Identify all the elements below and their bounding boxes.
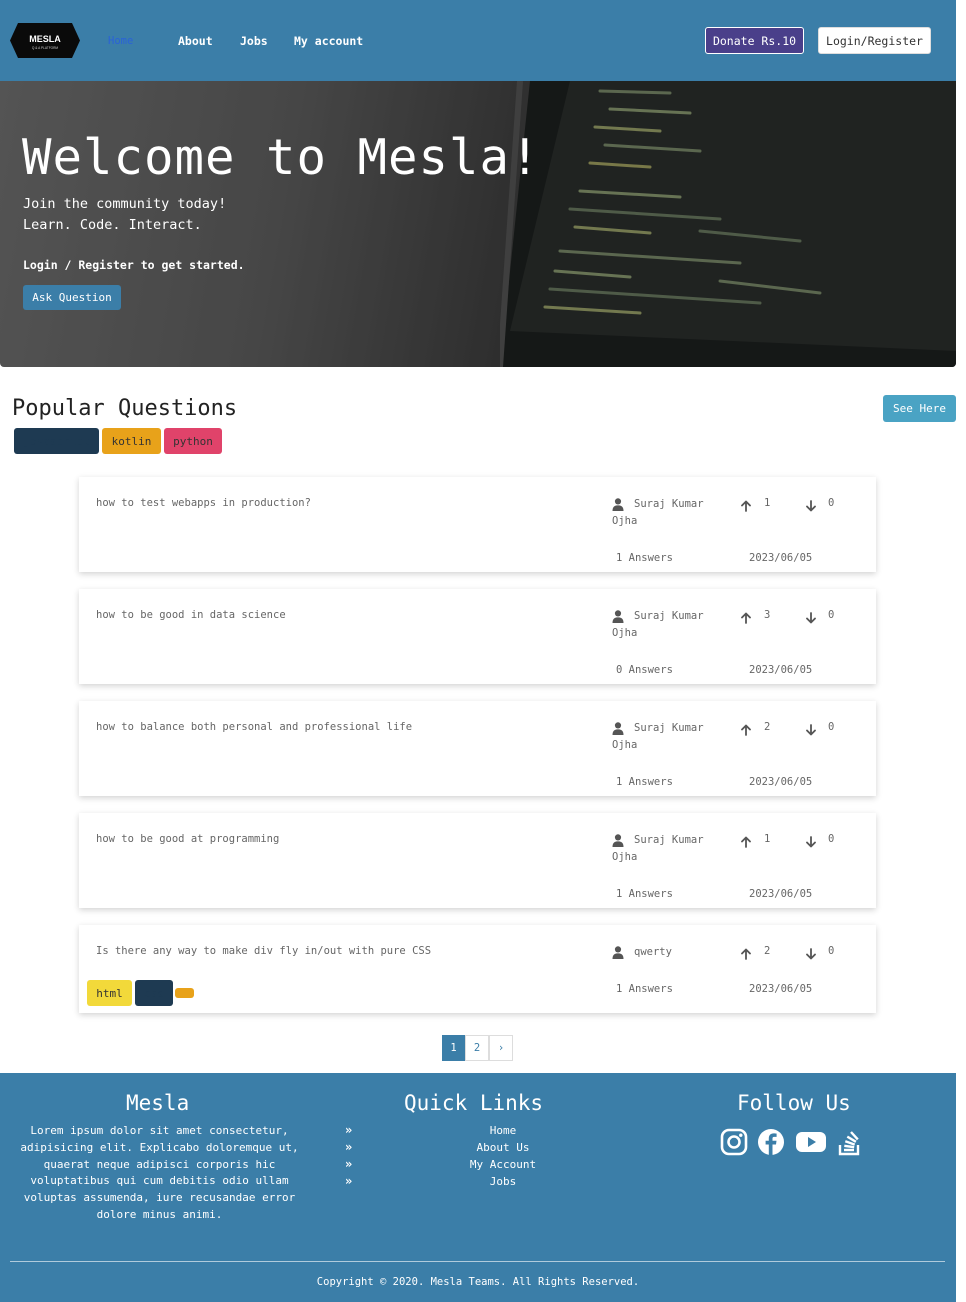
tag-javascript[interactable]: javascript <box>14 428 99 454</box>
question-author: Suraj Kumar Ojha <box>612 498 704 527</box>
arrow-down-icon[interactable] <box>806 945 816 960</box>
arrow-up-icon[interactable] <box>741 945 751 960</box>
svg-text:MESLA: MESLA <box>29 34 61 44</box>
login-register-button[interactable]: Login/Register <box>818 27 931 54</box>
answers-count: 1 Answers <box>616 888 673 900</box>
downvote-count: 0 <box>828 721 835 733</box>
question-date: 2023/06/05 <box>749 552 813 564</box>
hero-subtitle-line2: Learn. Code. Interact. <box>23 217 202 233</box>
copyright-text: Copyright © 2020. Mesla Teams. All Right… <box>316 1276 640 1288</box>
nav-home-link[interactable]: Home <box>108 35 133 47</box>
upvote-count: 1 <box>764 833 771 845</box>
question-title[interactable]: Is there any way to make div fly in/out … <box>96 945 431 957</box>
instagram-icon[interactable] <box>720 1128 748 1156</box>
question-date: 2023/06/05 <box>749 776 813 788</box>
downvote-count: 0 <box>828 497 835 509</box>
donate-button[interactable]: Donate Rs.10 <box>705 27 804 54</box>
tag-css[interactable]: css <box>135 980 173 1006</box>
question-title[interactable]: how to be good at programming <box>96 833 279 845</box>
answers-count: 0 Answers <box>616 664 673 676</box>
navbar: MESLA Q & A PLATFORM Home About Jobs My … <box>0 0 956 81</box>
tag-extra[interactable] <box>175 988 194 998</box>
question-card[interactable]: Is there any way to make div fly in/out … <box>79 925 876 1013</box>
hero-subtitle-line1: Join the community today! <box>23 196 227 212</box>
hero-subtitle: Join the community today! Learn. Code. I… <box>23 194 226 236</box>
footer: Mesla Lorem ipsum dolor sit amet consect… <box>0 1073 956 1302</box>
chevron-right-icon: » <box>345 1123 353 1137</box>
answers-count: 1 Answers <box>616 552 673 564</box>
chevron-right-icon: » <box>345 1174 353 1188</box>
question-card[interactable]: how to be good at programming Suraj Kumar… <box>79 813 876 908</box>
question-author: Suraj Kumar Ojha <box>612 722 704 751</box>
see-here-button[interactable]: See Here <box>883 395 956 422</box>
question-date: 2023/06/05 <box>749 664 813 676</box>
footer-links-title: Quick Links <box>404 1091 544 1115</box>
question-title[interactable]: how to balance both personal and profess… <box>96 721 412 733</box>
footer-link-jobs[interactable]: Jobs <box>430 1175 576 1188</box>
nav-about-link[interactable]: About <box>178 34 213 48</box>
footer-follow-title: Follow Us <box>737 1091 851 1115</box>
footer-brand-title: Mesla <box>126 1091 190 1115</box>
hero-banner: Welcome to Mesla! Join the community tod… <box>0 81 956 367</box>
answers-count: 1 Answers <box>616 983 673 995</box>
stackoverflow-icon[interactable] <box>836 1128 864 1156</box>
arrow-down-icon[interactable] <box>806 609 816 624</box>
arrow-down-icon[interactable] <box>806 721 816 736</box>
arrow-up-icon[interactable] <box>741 833 751 848</box>
tag-html[interactable]: html <box>87 980 132 1006</box>
upvote-count: 2 <box>764 945 771 957</box>
next-page-button[interactable]: › <box>489 1035 513 1061</box>
upvote-count: 2 <box>764 721 771 733</box>
hero-cta-text: Login / Register to get started. <box>23 258 245 272</box>
question-date: 2023/06/05 <box>749 888 813 900</box>
question-author: Suraj Kumar Ojha <box>612 834 704 863</box>
arrow-down-icon[interactable] <box>806 497 816 512</box>
arrow-down-icon[interactable] <box>806 833 816 848</box>
svg-text:Q & A PLATFORM: Q & A PLATFORM <box>32 46 58 50</box>
page-1-button[interactable]: 1 <box>442 1035 465 1061</box>
chevron-right-icon: » <box>345 1140 353 1154</box>
page-2-button[interactable]: 2 <box>465 1035 489 1061</box>
question-title[interactable]: how to test webapps in production? <box>96 497 311 509</box>
downvote-count: 0 <box>828 609 835 621</box>
upvote-count: 1 <box>764 497 771 509</box>
question-card[interactable]: how to balance both personal and profess… <box>79 701 876 796</box>
question-date: 2023/06/05 <box>749 983 813 995</box>
answers-count: 1 Answers <box>616 776 673 788</box>
question-card[interactable]: how to be good in data science Suraj Kuma… <box>79 589 876 684</box>
facebook-icon[interactable] <box>757 1128 785 1156</box>
footer-divider <box>10 1261 945 1262</box>
question-title[interactable]: how to be good in data science <box>96 609 286 621</box>
downvote-count: 0 <box>828 833 835 845</box>
youtube-icon[interactable] <box>795 1128 827 1156</box>
arrow-up-icon[interactable] <box>741 721 751 736</box>
downvote-count: 0 <box>828 945 835 957</box>
arrow-up-icon[interactable] <box>741 609 751 624</box>
question-card[interactable]: how to test webapps in production? Suraj … <box>79 477 876 572</box>
hero-title: Welcome to Mesla! <box>22 129 541 186</box>
footer-link-home[interactable]: Home <box>430 1124 576 1137</box>
upvote-count: 3 <box>764 609 771 621</box>
footer-link-my-account[interactable]: My Account <box>430 1158 576 1171</box>
chevron-right-icon: » <box>345 1157 353 1171</box>
tag-python[interactable]: python <box>164 428 222 454</box>
question-author: Suraj Kumar Ojha <box>612 610 704 639</box>
nav-my-account-link[interactable]: My account <box>294 34 363 48</box>
popular-questions-heading: Popular Questions <box>12 396 238 421</box>
nav-jobs-link[interactable]: Jobs <box>240 34 268 48</box>
footer-brand-text: Lorem ipsum dolor sit amet consectetur, … <box>20 1124 299 1221</box>
tag-kotlin[interactable]: kotlin <box>102 428 161 454</box>
arrow-up-icon[interactable] <box>741 497 751 512</box>
footer-link-about-us[interactable]: About Us <box>430 1141 576 1154</box>
question-author: qwerty <box>634 946 672 958</box>
ask-question-button[interactable]: Ask Question <box>23 285 121 310</box>
mesla-logo[interactable]: MESLA Q & A PLATFORM <box>10 21 80 60</box>
